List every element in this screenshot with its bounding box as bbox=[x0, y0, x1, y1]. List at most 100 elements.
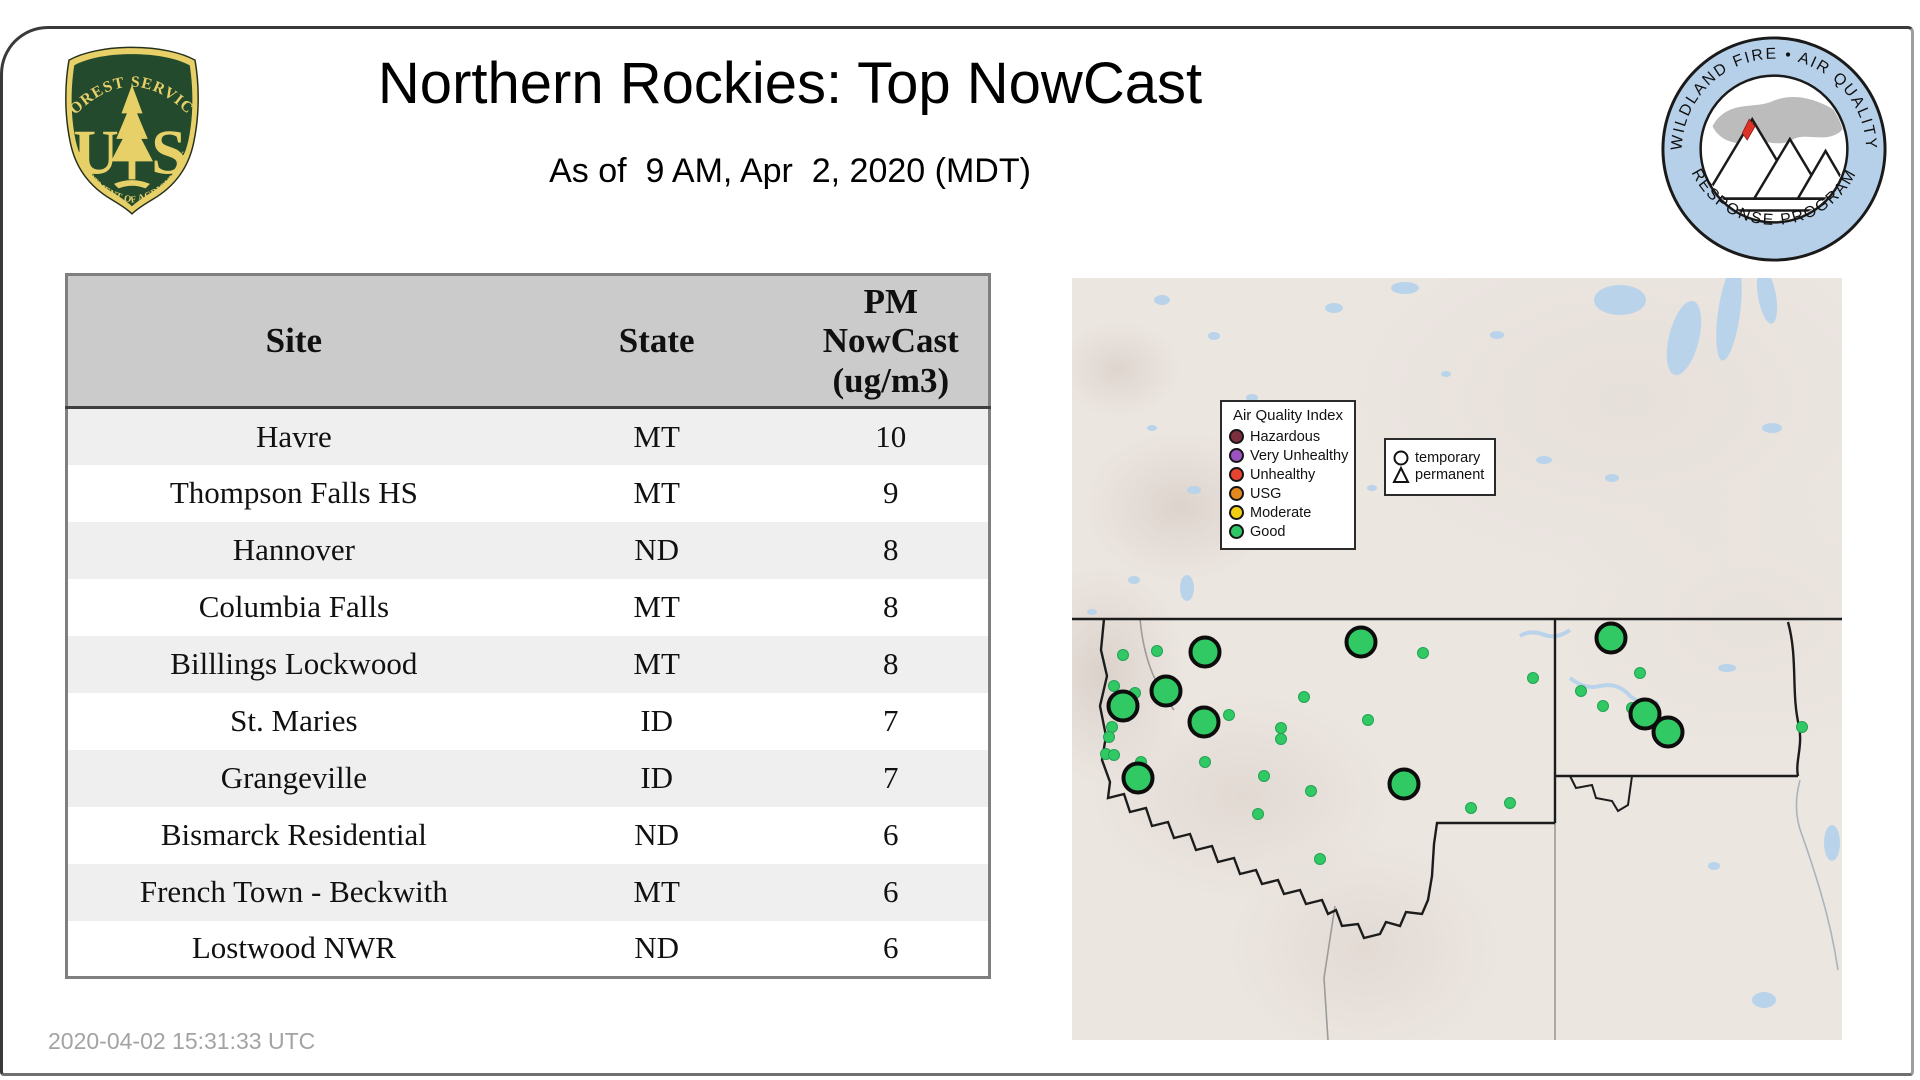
monitor-marker-small bbox=[1417, 647, 1429, 659]
monitor-marker-small bbox=[1504, 797, 1516, 809]
site-cell: French Town - Beckwith bbox=[139, 874, 448, 909]
table-row: Lostwood NWR ND 6 bbox=[66, 920, 990, 978]
column-header-pm-nowcast: PM NowCast (ug/m3) bbox=[793, 274, 990, 409]
aqi-dot-icon bbox=[1229, 467, 1244, 482]
aqi-legend-item: Good bbox=[1229, 522, 1347, 541]
monitor-marker-small bbox=[1258, 770, 1270, 782]
monitor-marker-small bbox=[1108, 680, 1120, 692]
aqi-legend-item: USG bbox=[1229, 484, 1347, 503]
monitor-marker-small bbox=[1314, 853, 1326, 865]
value-cell: 8 bbox=[883, 532, 899, 567]
nowcast-table-body: Havre MT 10 Thompson Falls HS MT 9 Hannover ND 8… bbox=[66, 407, 990, 978]
site-cell: Thompson Falls HS bbox=[169, 475, 418, 510]
monitor-marker-small bbox=[1634, 667, 1646, 679]
aqi-dot-icon bbox=[1229, 448, 1244, 463]
table-row: French Town - Beckwith MT 6 bbox=[66, 863, 990, 921]
aqi-legend-title: Air Quality Index bbox=[1232, 407, 1344, 424]
state-cell: MT bbox=[633, 418, 680, 454]
monitor-marker-small bbox=[1108, 749, 1120, 761]
aqi-legend-label: Hazardous bbox=[1250, 428, 1321, 445]
nowcast-table: Site State PM NowCast (ug/m3) Havre MT 10 T… bbox=[65, 273, 991, 979]
table-row: Havre MT 10 bbox=[66, 407, 990, 465]
state-cell: ND bbox=[634, 930, 680, 966]
monitor-marker-small bbox=[1465, 802, 1477, 814]
state-cell: ND bbox=[634, 532, 680, 567]
monitor-marker-large bbox=[1149, 674, 1183, 708]
monitor-marker-small bbox=[1527, 672, 1539, 684]
table-header-row: Site State PM NowCast (ug/m3) bbox=[66, 274, 990, 409]
state-cell: MT bbox=[633, 589, 680, 624]
monitor-marker-small bbox=[1597, 700, 1609, 712]
aqi-dot-icon bbox=[1229, 524, 1244, 539]
monitor-marker-small bbox=[1252, 808, 1264, 820]
table-row: Grangeville ID 7 bbox=[66, 749, 990, 807]
monitor-marker-large bbox=[1121, 761, 1155, 795]
aqi-legend-item: Hazardous bbox=[1229, 427, 1347, 446]
aqi-dot-icon bbox=[1229, 505, 1244, 520]
value-cell: 7 bbox=[883, 703, 899, 738]
table-row: Thompson Falls HS MT 9 bbox=[66, 464, 990, 522]
value-cell: 9 bbox=[883, 475, 899, 510]
monitor-marker-small bbox=[1298, 691, 1310, 703]
site-cell: Hannover bbox=[232, 532, 355, 567]
column-header-site: Site bbox=[66, 274, 520, 409]
site-cell: Bismarck Residential bbox=[160, 817, 427, 852]
monitor-marker-large bbox=[1188, 635, 1222, 669]
table-row: Bismarck Residential ND 6 bbox=[66, 806, 990, 864]
aqi-legend-item: Moderate bbox=[1229, 503, 1347, 522]
large-markers-layer bbox=[1106, 621, 1685, 801]
monitor-marker-large bbox=[1651, 715, 1685, 749]
forest-service-logo-icon: FOREST SERVICE U S DEPARTMENT OF AGRICUL… bbox=[57, 38, 199, 215]
monitor-marker-large bbox=[1344, 625, 1378, 659]
aqi-legend-item: Unhealthy bbox=[1229, 465, 1347, 484]
permanent-triangle-icon bbox=[1392, 465, 1410, 483]
state-cell: ID bbox=[640, 760, 674, 795]
monitor-marker-small bbox=[1796, 721, 1808, 733]
table-row: Billlings Lockwood MT 8 bbox=[66, 635, 990, 693]
permanent-label: permanent bbox=[1415, 467, 1485, 483]
monitor-marker-small bbox=[1223, 709, 1235, 721]
generated-timestamp: 2020-04-02 15:31:33 UTC bbox=[48, 1028, 316, 1054]
state-cell: ID bbox=[640, 703, 674, 738]
aqi-legend-label: Unhealthy bbox=[1250, 466, 1316, 483]
page-title: Northern Rockies: Top NowCast bbox=[377, 51, 1203, 116]
monitor-marker-small bbox=[1117, 649, 1129, 661]
monitor-marker-large bbox=[1594, 621, 1628, 655]
small-markers-layer bbox=[1100, 645, 1808, 865]
aqi-legend: Air Quality Index Hazardous Very Unhealth… bbox=[1220, 400, 1356, 550]
site-cell: Grangeville bbox=[220, 760, 368, 795]
aqi-legend-label: Moderate bbox=[1250, 504, 1312, 521]
value-cell: 10 bbox=[875, 418, 907, 454]
value-cell: 8 bbox=[883, 589, 899, 624]
site-cell: Billlings Lockwood bbox=[170, 646, 418, 681]
map-canvas bbox=[1072, 278, 1842, 1040]
value-cell: 8 bbox=[883, 646, 899, 681]
monitor-marker-small bbox=[1275, 722, 1287, 734]
monitor-marker-small bbox=[1575, 685, 1587, 697]
state-cell: MT bbox=[633, 646, 680, 681]
aqi-legend-items: Hazardous Very Unhealthy Unhealthy USG Moder… bbox=[1229, 427, 1349, 541]
table-row: Hannover ND 8 bbox=[66, 521, 990, 579]
aqi-legend-label: Good bbox=[1250, 523, 1286, 540]
site-cell: Havre bbox=[256, 418, 332, 454]
secondary-borders-layer bbox=[1139, 618, 1839, 1040]
column-header-pm-nowcast-text: PM NowCast (ug/m3) bbox=[822, 282, 959, 400]
marker-type-legend: temporary permanent bbox=[1384, 438, 1496, 496]
value-cell: 6 bbox=[883, 874, 899, 909]
aqi-legend-label: Very Unhealthy bbox=[1250, 447, 1349, 464]
wfaqrp-logo-icon: WILDLAND FIRE • AIR QUALITY RESPONSE PRO… bbox=[1661, 36, 1887, 262]
aqi-dot-icon bbox=[1229, 429, 1244, 444]
site-cell: Lostwood NWR bbox=[191, 930, 396, 966]
value-cell: 6 bbox=[883, 930, 899, 966]
aqi-legend-label: USG bbox=[1250, 485, 1282, 502]
monitor-marker-small bbox=[1199, 756, 1211, 768]
state-cell: ND bbox=[634, 817, 680, 852]
monitor-marker-small bbox=[1106, 721, 1118, 733]
monitor-marker-large bbox=[1387, 767, 1421, 801]
monitor-marker-small bbox=[1362, 714, 1374, 726]
monitor-map: Air Quality Index Hazardous Very Unhealth… bbox=[1072, 278, 1842, 1040]
aqi-legend-item: Very Unhealthy bbox=[1229, 446, 1349, 465]
site-cell: St. Maries bbox=[230, 703, 358, 738]
monitor-marker-small bbox=[1275, 733, 1287, 745]
monitor-marker-small bbox=[1305, 785, 1317, 797]
